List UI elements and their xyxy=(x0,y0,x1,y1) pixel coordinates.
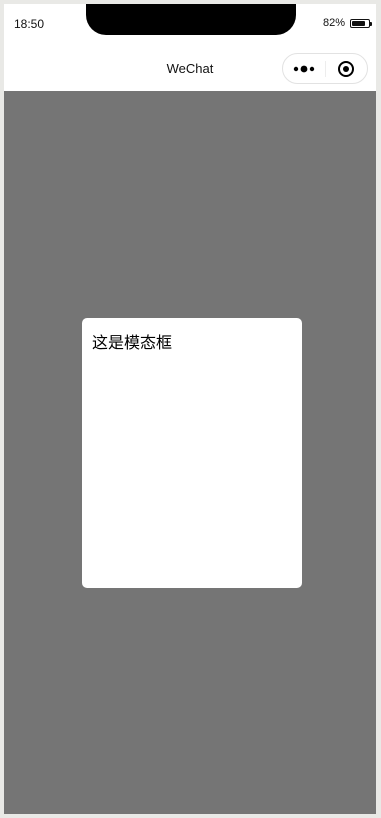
phone-screen: 18:50 82% WeChat 这是模态框 xyxy=(4,4,376,814)
battery-status: 82% xyxy=(322,17,372,29)
modal-text: 这是模态框 xyxy=(92,333,173,352)
page-content: 这是模态框 xyxy=(4,91,376,814)
status-bar: 18:50 82% xyxy=(4,4,376,48)
battery-icon xyxy=(350,18,372,28)
battery-fill xyxy=(352,20,366,26)
battery-percent: 82% xyxy=(322,17,345,29)
navigation-bar: WeChat xyxy=(4,48,376,91)
close-mini-program-icon[interactable] xyxy=(337,60,355,78)
menu-capsule xyxy=(282,53,368,84)
modal-dialog: 这是模态框 xyxy=(82,318,302,588)
capsule-divider xyxy=(325,61,326,77)
status-time: 18:50 xyxy=(14,17,45,31)
notch xyxy=(86,4,296,35)
more-dots-icon[interactable] xyxy=(293,64,317,74)
